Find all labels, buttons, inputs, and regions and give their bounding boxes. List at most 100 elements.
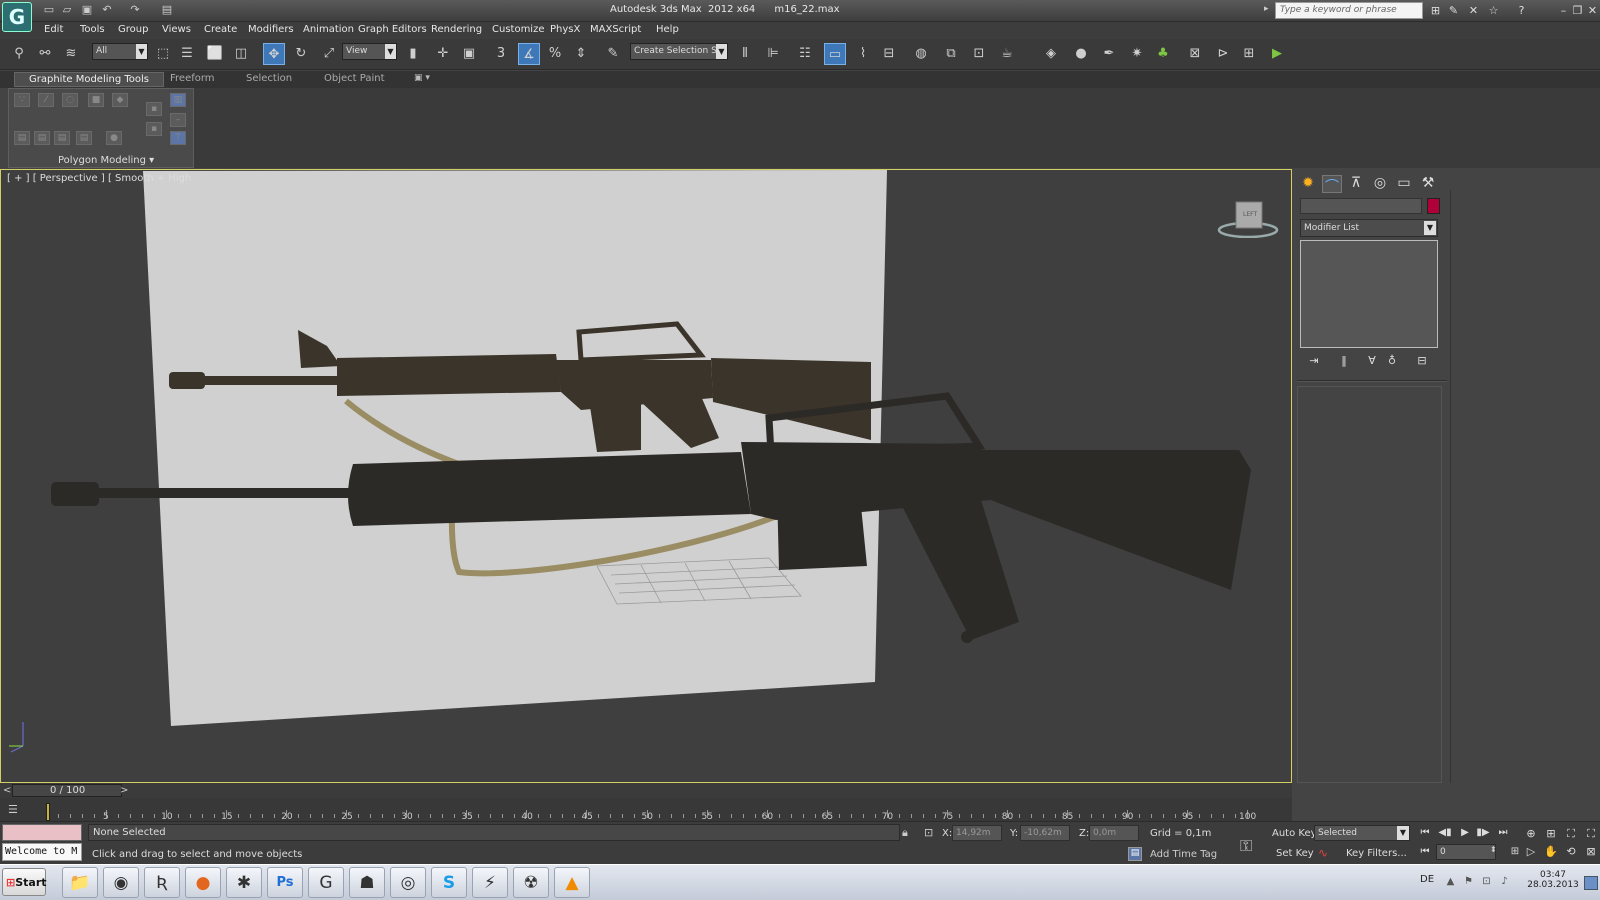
show-end-result-icon[interactable]: ‖ bbox=[1336, 354, 1352, 368]
time-slider-prev-button[interactable]: < bbox=[3, 785, 11, 796]
selection-lock-icon[interactable]: 🔒︎ bbox=[902, 826, 908, 840]
keyboard-shortcut-override-icon[interactable]: ▣ bbox=[458, 43, 480, 65]
play-icon[interactable]: ▶ bbox=[1458, 827, 1472, 840]
time-slider-track[interactable] bbox=[0, 783, 1292, 798]
pivot-center-icon[interactable]: ▮ bbox=[402, 43, 424, 65]
taskbar-photoshop-icon[interactable]: Ps bbox=[267, 867, 303, 898]
maximize-viewport-icon[interactable]: ⊠ bbox=[1584, 845, 1598, 858]
ribbon-small-icon[interactable]: ▪ bbox=[146, 122, 162, 136]
taskbar-app-a-icon[interactable]: ☗ bbox=[349, 867, 385, 898]
action-center-flag-icon[interactable]: ⚑ bbox=[1462, 876, 1475, 888]
zoom-all-icon[interactable]: ⊞ bbox=[1544, 827, 1558, 840]
current-frame-marker[interactable] bbox=[46, 803, 50, 821]
align-icon[interactable]: ⊫ bbox=[762, 43, 784, 65]
ribbon-small-icon[interactable]: – bbox=[170, 113, 186, 127]
display-tab-icon[interactable]: ▭ bbox=[1394, 175, 1414, 193]
undo-icon[interactable]: ↶ bbox=[100, 3, 114, 17]
key-tangent-icon[interactable]: ∿ bbox=[1318, 846, 1328, 860]
menu-animation[interactable]: Animation bbox=[303, 24, 354, 35]
tab-selection[interactable]: Selection bbox=[232, 72, 306, 87]
network-icon[interactable]: ⊡ bbox=[1480, 876, 1493, 888]
taskbar-app-radioactive-icon[interactable]: ☢ bbox=[513, 867, 549, 898]
taskbar-vlc-icon[interactable]: ▲ bbox=[554, 867, 590, 898]
auto-key-button[interactable]: Auto Key bbox=[1272, 828, 1317, 839]
import-icon[interactable]: ⊳ bbox=[1212, 43, 1234, 65]
graphite-ribbon-toggle-icon[interactable]: ▭ bbox=[824, 43, 846, 65]
spinner-snap-icon[interactable]: ⇕ bbox=[570, 43, 592, 65]
utilities-tab-icon[interactable]: ⚒ bbox=[1418, 175, 1438, 193]
element-subobject-icon[interactable]: ◆ bbox=[112, 93, 128, 107]
time-slider-next-button[interactable]: > bbox=[120, 785, 128, 796]
key-filters-button[interactable]: Key Filters... bbox=[1346, 848, 1407, 859]
menu-graph-editors[interactable]: Graph Editors bbox=[358, 24, 427, 35]
show-end-result-icon[interactable]: ⊤ bbox=[170, 131, 186, 145]
menu-rendering[interactable]: Rendering bbox=[431, 24, 482, 35]
ribbon-tool-icon[interactable]: ▤ bbox=[76, 131, 92, 145]
reference-coordinate-dropdown[interactable]: View ▼ bbox=[342, 43, 397, 60]
perspective-viewport[interactable]: [ + ] [ Perspective ] [ Smooth + High LE… bbox=[0, 169, 1292, 783]
zoom-extents-icon[interactable]: ⛶ bbox=[1564, 827, 1578, 840]
brush-icon[interactable]: ✒ bbox=[1098, 43, 1120, 65]
edge-subobject-icon[interactable]: ⁄ bbox=[38, 93, 54, 107]
ribbon-tool-icon[interactable]: ● bbox=[106, 131, 122, 145]
border-subobject-icon[interactable]: ◌ bbox=[62, 93, 78, 107]
modify-tab-icon[interactable]: ⌒ bbox=[1322, 175, 1342, 195]
pan-hand-icon[interactable]: ✋ bbox=[1544, 845, 1558, 858]
menu-edit[interactable]: Edit bbox=[44, 24, 63, 35]
current-frame-field[interactable]: 0 bbox=[1436, 844, 1496, 860]
menu-create[interactable]: Create bbox=[204, 24, 237, 35]
time-tag-icon[interactable]: ▤ bbox=[1128, 847, 1142, 861]
window-crossing-icon[interactable]: ◫ bbox=[230, 43, 252, 65]
ribbon-tool-icon[interactable]: ▤ bbox=[34, 131, 50, 145]
sphere-icon[interactable]: ● bbox=[1070, 43, 1092, 65]
select-and-rotate-icon[interactable]: ↻ bbox=[290, 43, 312, 65]
minimize-icon[interactable]: – bbox=[1556, 3, 1571, 18]
redo-icon[interactable]: ↷ bbox=[128, 3, 142, 17]
app-logo-button[interactable]: G bbox=[2, 2, 32, 32]
select-object-icon[interactable]: ⬚ bbox=[152, 43, 174, 65]
menu-physx[interactable]: PhysX bbox=[550, 24, 580, 35]
select-by-name-icon[interactable]: ☰ bbox=[176, 43, 198, 65]
maxscript-listener-output[interactable] bbox=[2, 824, 82, 841]
rectangular-selection-icon[interactable]: ⬜ bbox=[204, 43, 226, 65]
configure-modifier-sets-icon[interactable]: ⊟ bbox=[1414, 354, 1430, 368]
taskbar-media-player-icon[interactable]: ◎ bbox=[390, 867, 426, 898]
set-key-button[interactable]: Set Key bbox=[1276, 848, 1314, 859]
make-unique-icon[interactable]: ∀ bbox=[1364, 354, 1380, 368]
project-folder-icon[interactable]: ▤ bbox=[160, 3, 174, 17]
key-mode-dropdown[interactable]: Selected ▼ bbox=[1314, 825, 1410, 841]
modifier-list-dropdown[interactable]: Modifier List ▼ bbox=[1300, 219, 1438, 237]
taskbar-3dsmax-icon[interactable]: G bbox=[308, 867, 344, 898]
taskbar-browser-ie-icon[interactable]: ◉ bbox=[103, 867, 139, 898]
object-paint-icon[interactable]: ◈ bbox=[1040, 43, 1062, 65]
foliage-tree-icon[interactable]: ♣ bbox=[1152, 43, 1174, 65]
menu-views[interactable]: Views bbox=[162, 24, 191, 35]
menu-help[interactable]: Help bbox=[656, 24, 679, 35]
object-name-field[interactable] bbox=[1300, 198, 1422, 214]
clock[interactable]: 03:47 28.03.2013 bbox=[1526, 870, 1580, 890]
taskbar-skype-icon[interactable]: S bbox=[431, 867, 467, 898]
mini-curve-editor-icon[interactable]: ☰ bbox=[8, 803, 28, 817]
ribbon-options-icon[interactable]: ▣ ▾ bbox=[414, 73, 430, 83]
edit-named-selection-icon[interactable]: ✎ bbox=[602, 43, 624, 65]
maxscript-mini-listener[interactable]: Welcome to M bbox=[2, 843, 82, 861]
tab-freeform[interactable]: Freeform bbox=[156, 72, 229, 87]
rendered-frame-window-icon[interactable]: ⊡ bbox=[968, 43, 990, 65]
search-input[interactable]: Type a keyword or phrase bbox=[1275, 2, 1423, 19]
viewcube[interactable]: LEFT bbox=[1217, 194, 1279, 239]
hierarchy-tab-icon[interactable]: ⊼ bbox=[1346, 175, 1366, 193]
polygon-modeling-dropdown[interactable]: Polygon Modeling ▾ bbox=[58, 155, 154, 166]
menu-group[interactable]: Group bbox=[118, 24, 148, 35]
viewport-label[interactable]: [ + ] [ Perspective ] [ Smooth + High bbox=[7, 173, 191, 184]
render-setup-icon[interactable]: ⧉ bbox=[940, 43, 962, 65]
vertex-subobject-icon[interactable]: ∵ bbox=[14, 93, 30, 107]
frame-spinner-icon[interactable]: ⬍ bbox=[1490, 845, 1497, 854]
select-manipulate-icon[interactable]: ✛ bbox=[432, 43, 454, 65]
language-indicator[interactable]: DE bbox=[1420, 874, 1434, 885]
taskbar-firefox-icon[interactable]: ● bbox=[185, 867, 221, 898]
select-and-move-icon[interactable]: ✥ bbox=[263, 43, 285, 65]
z-coord-field[interactable]: 0,0m bbox=[1089, 825, 1139, 841]
x-coord-field[interactable]: 14,92m bbox=[952, 825, 1002, 841]
new-file-icon[interactable]: ▭ bbox=[42, 3, 56, 17]
taskbar-app-lightning-icon[interactable]: ⚡ bbox=[472, 867, 508, 898]
